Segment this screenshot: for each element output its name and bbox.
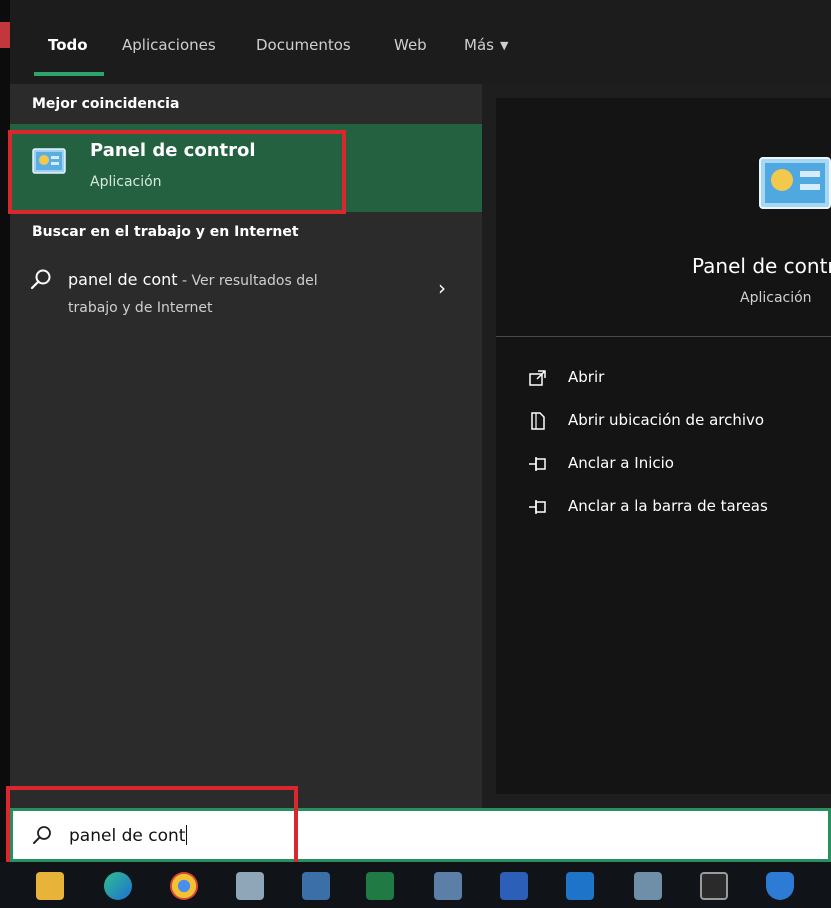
tab-mas-label: Más: [464, 36, 494, 54]
action-abrir-ubicacion-label: Abrir ubicación de archivo: [568, 411, 765, 429]
chrome-icon[interactable]: [170, 872, 198, 900]
web-result-line2: trabajo y de Internet: [68, 300, 213, 316]
web-search-heading: Buscar en el trabajo y en Internet: [32, 224, 299, 240]
file-location-icon: [531, 412, 545, 430]
control-panel-large-icon: [759, 157, 831, 209]
chevron-down-icon: ▼: [499, 39, 509, 52]
highlight-best-match: [8, 130, 346, 214]
web-result-line1: panel de cont - Ver resultados del: [68, 270, 318, 289]
best-match-heading: Mejor coincidencia: [32, 96, 180, 112]
search-icon: [30, 269, 51, 290]
active-tab-indicator: [34, 72, 104, 76]
notepad-icon[interactable]: [634, 872, 662, 900]
terminal-icon[interactable]: [700, 872, 728, 900]
open-icon: [529, 370, 546, 386]
bezel-red-mark: [0, 22, 10, 48]
action-abrir-ubicacion[interactable]: Abrir ubicación de archivo: [528, 409, 828, 435]
preview-panel: Panel de control Aplicación Abrir Abrir …: [482, 84, 831, 808]
tab-documentos[interactable]: Documentos: [256, 36, 351, 54]
app-icon[interactable]: [236, 872, 264, 900]
excel-icon[interactable]: [366, 872, 394, 900]
preview-subtitle: Aplicación: [740, 290, 812, 306]
network-icon[interactable]: [434, 872, 462, 900]
highlight-search-box: [6, 786, 298, 872]
action-anclar-inicio-label: Anclar a Inicio: [568, 454, 674, 472]
action-abrir-label: Abrir: [568, 368, 605, 386]
start-search-window: Todo Aplicaciones Documentos Web Más ▼ Me…: [0, 0, 831, 908]
pin-icon: [529, 500, 546, 514]
taskbar: [0, 862, 831, 908]
pin-icon: [529, 457, 546, 471]
word-icon[interactable]: [500, 872, 528, 900]
calculator-icon[interactable]: [302, 872, 330, 900]
preview-divider: [496, 336, 831, 337]
preview-inner: Panel de control Aplicación Abrir Abrir …: [496, 98, 831, 794]
search-tabs: Todo Aplicaciones Documentos Web Más ▼: [10, 0, 831, 85]
web-search-result[interactable]: panel de cont - Ver resultados del traba…: [10, 252, 482, 322]
preview-title: Panel de control: [692, 254, 831, 278]
edge-icon[interactable]: [104, 872, 132, 900]
tab-aplicaciones[interactable]: Aplicaciones: [122, 36, 216, 54]
file-explorer-icon[interactable]: [36, 872, 64, 900]
tab-web[interactable]: Web: [394, 36, 427, 54]
outlook-icon[interactable]: [566, 872, 594, 900]
tab-mas[interactable]: Más ▼: [464, 36, 508, 54]
shield-icon[interactable]: [766, 872, 794, 900]
chevron-right-icon[interactable]: ›: [438, 276, 446, 300]
web-result-suffix: - Ver resultados del: [177, 273, 318, 289]
action-anclar-inicio[interactable]: Anclar a Inicio: [528, 452, 828, 478]
action-abrir[interactable]: Abrir: [528, 366, 828, 392]
action-anclar-barra-label: Anclar a la barra de tareas: [568, 497, 768, 515]
web-result-query: panel de cont: [68, 270, 178, 289]
tab-todo[interactable]: Todo: [48, 36, 88, 54]
action-anclar-barra[interactable]: Anclar a la barra de tareas: [528, 495, 828, 521]
